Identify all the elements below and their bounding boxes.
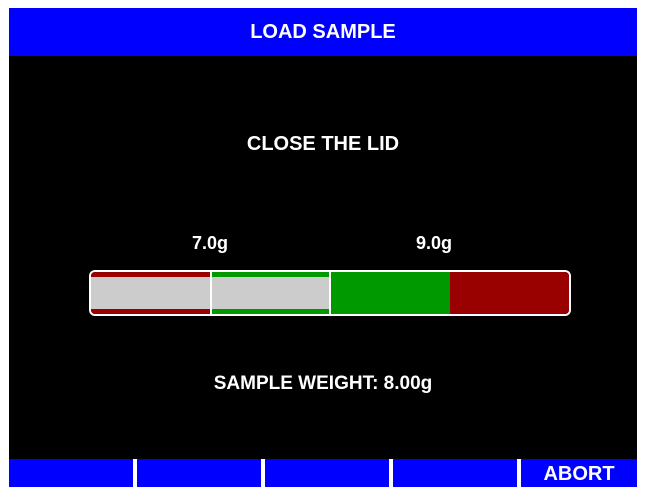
softkey-2[interactable]: [137, 459, 261, 487]
page-title: LOAD SAMPLE: [250, 21, 396, 43]
softkey-3[interactable]: [265, 459, 389, 487]
gauge-zone-over: [450, 272, 569, 314]
gauge-low-limit-marker: [210, 272, 212, 314]
abort-button[interactable]: ABORT: [521, 459, 637, 487]
low-limit-label: 7.0g: [192, 233, 229, 253]
gauge-current-marker: [329, 272, 331, 314]
softkey-4[interactable]: [393, 459, 517, 487]
high-limit-label: 9.0g: [416, 233, 453, 253]
sample-weight-readout: SAMPLE WEIGHT: 8.00g: [213, 373, 433, 394]
device-screen: LOAD SAMPLE CLOSE THE LID 7.0g 9.0g SAMP…: [9, 8, 637, 487]
softkey-bar: ABORT: [9, 459, 637, 487]
softkey-1[interactable]: [9, 459, 133, 487]
weight-gauge: [89, 270, 571, 316]
instruction-text: CLOSE THE LID: [246, 133, 400, 155]
